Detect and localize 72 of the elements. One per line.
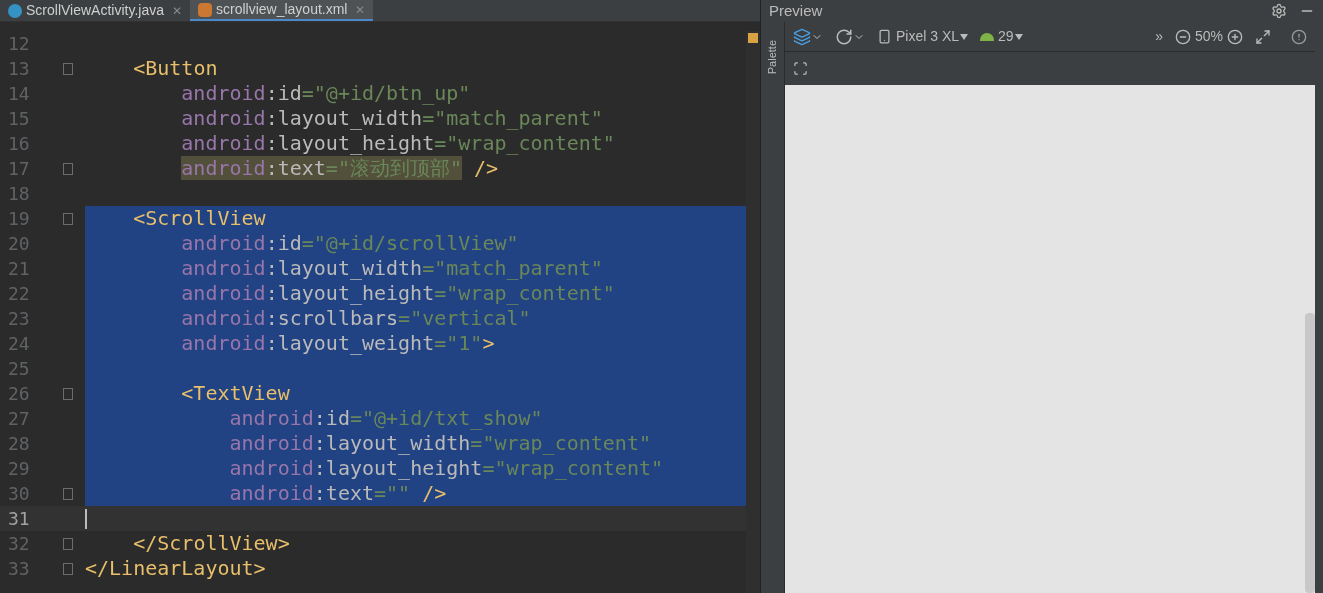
line-number: 32 (7, 532, 31, 556)
line-number: 15 (7, 107, 31, 131)
line-number: 18 (7, 182, 31, 206)
line-number: 25 (7, 357, 31, 381)
line-number: 29 (7, 457, 31, 481)
code-line: android:id="@+id/btn_up" (180, 81, 471, 106)
zoom-level: 50% (1194, 27, 1223, 46)
code-line: android:layout_width="match_parent" (180, 256, 603, 281)
line-number: 14 (7, 82, 31, 106)
line-number: 23 (7, 307, 31, 331)
settings-icon[interactable] (1271, 3, 1287, 19)
line-number: 24 (7, 332, 31, 356)
line-number: 30 (7, 482, 31, 506)
fold-marker-icon[interactable] (62, 487, 73, 500)
line-number: 20 (7, 232, 31, 256)
fold-marker-icon[interactable] (62, 387, 73, 400)
api-dropdown[interactable]: 29 (998, 26, 1023, 47)
android-icon (980, 32, 995, 41)
line-number: 21 (7, 257, 31, 281)
code-line: android:scrollbars="vertical" (180, 306, 531, 331)
code-line: </ScrollView> (132, 531, 290, 556)
line-number: 27 (7, 407, 31, 431)
line-number: 16 (7, 132, 31, 156)
line-number: 28 (7, 432, 31, 456)
code-line: android:id="@+id/txt_show" (228, 406, 543, 431)
text-cursor (85, 508, 87, 529)
line-number: 26 (7, 382, 31, 406)
fit-screen-icon[interactable] (1255, 28, 1271, 45)
fold-marker-icon[interactable] (62, 62, 73, 75)
device-frame-icon[interactable] (793, 61, 808, 76)
code-line: android:layout_height="wrap_content" (180, 281, 615, 306)
code-line: <Button (132, 56, 218, 81)
close-icon[interactable]: ✕ (172, 1, 182, 20)
line-number: 17 (7, 157, 31, 181)
fold-marker-icon[interactable] (62, 562, 73, 575)
tab-label: ScrollViewActivity.java (26, 1, 164, 20)
code-line: android:id="@+id/scrollView" (180, 231, 519, 256)
zoom-in-icon[interactable] (1227, 28, 1243, 45)
phone-icon (877, 29, 892, 44)
line-number: 13 (7, 57, 31, 81)
code-line: android:layout_width="wrap_content" (228, 431, 651, 456)
code-line: <TextView (180, 381, 290, 406)
line-number: 22 (7, 282, 31, 306)
layers-icon[interactable] (793, 27, 823, 46)
line-number: 33 (7, 557, 31, 581)
line-number: 12 (7, 32, 31, 56)
line-number: 19 (7, 207, 31, 231)
code-line: android:text="" /> (228, 481, 447, 506)
layout-file-icon (198, 2, 212, 17)
fold-marker-icon[interactable] (62, 212, 73, 225)
overflow-button[interactable]: » (1155, 26, 1163, 47)
panel-title: Preview (769, 0, 824, 21)
tab-label: scrollview_layout.xml (216, 0, 348, 19)
editor-tab[interactable]: scrollview_layout.xml ✕ (190, 0, 374, 21)
code-line: android:layout_weight="1"> (180, 331, 495, 356)
caret-icon (1014, 33, 1023, 40)
line-number: 31 (7, 507, 31, 531)
fold-marker-icon[interactable] (62, 162, 73, 175)
code-line: </LinearLayout> (85, 556, 266, 581)
device-dropdown[interactable]: Pixel 3 XL (896, 26, 969, 47)
code-line: android:layout_width="match_parent" (180, 106, 603, 131)
zoom-out-icon[interactable] (1174, 28, 1191, 45)
warning-icon[interactable] (1291, 28, 1307, 45)
code-line: android:layout_height="wrap_content" (228, 456, 663, 481)
code-line: <ScrollView (132, 206, 266, 231)
palette-tab[interactable]: Palette (764, 40, 781, 75)
warning-marker-icon (748, 33, 758, 43)
rotate-icon[interactable] (835, 27, 865, 46)
fold-marker-icon[interactable] (62, 537, 73, 550)
class-icon (8, 3, 22, 18)
code-line: android:layout_height="wrap_content" (180, 131, 615, 156)
caret-icon (960, 33, 969, 40)
